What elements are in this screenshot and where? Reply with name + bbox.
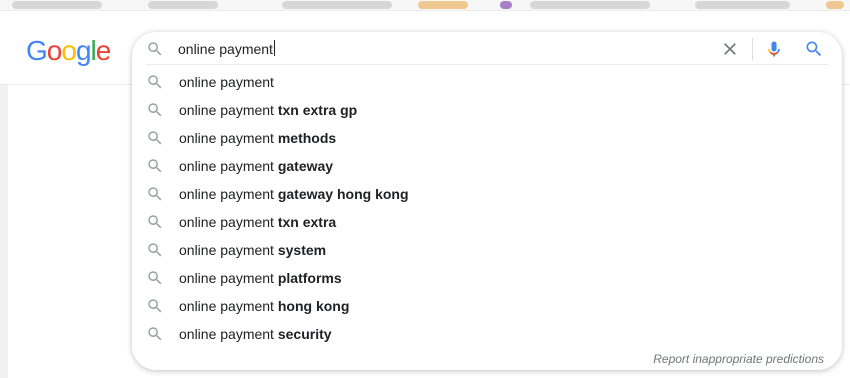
search-row — [132, 32, 842, 64]
suggestion-item[interactable]: online payment platforms — [132, 264, 842, 292]
suggestion-item[interactable]: online payment hong kong — [132, 292, 842, 320]
suggestion-base: online payment — [179, 158, 278, 174]
search-icon — [148, 271, 162, 285]
suggestion-item[interactable]: online payment txn extra — [132, 208, 842, 236]
suggestion-text: online payment security — [179, 326, 332, 342]
suggestion-item[interactable]: online payment gateway — [132, 152, 842, 180]
search-icon — [148, 159, 162, 173]
suggestion-base: online payment — [179, 298, 278, 314]
suggestion-base: online payment — [179, 186, 278, 202]
search-box: online paymentonline payment txn extra g… — [132, 32, 842, 370]
search-icon — [148, 327, 162, 341]
bookmark-item[interactable] — [530, 1, 650, 9]
suggestion-divider — [146, 64, 828, 65]
suggestion-text: online payment methods — [179, 130, 336, 146]
logo-letter: g — [75, 35, 92, 66]
logo-letter: o — [61, 35, 77, 66]
suggestion-completion: platforms — [277, 270, 342, 286]
suggestion-text: online payment gateway hong kong — [179, 186, 409, 202]
suggestion-list: online payment online payment txn extra g… — [132, 68, 842, 348]
suggestion-completion: gateway — [277, 158, 334, 174]
suggestion-base: online payment — [179, 270, 278, 286]
bookmark-item[interactable] — [12, 1, 102, 9]
bookmark-item[interactable] — [282, 1, 392, 9]
search-icon — [148, 131, 162, 145]
suggestion-text: online payment — [179, 74, 274, 90]
suggestion-completion: gateway hong kong — [277, 186, 409, 202]
suggestion-base: online payment — [179, 242, 278, 258]
bookmark-item[interactable] — [695, 1, 790, 9]
suggestion-base: online payment — [179, 102, 278, 118]
search-icon — [148, 42, 162, 56]
search-icon — [148, 75, 162, 89]
google-logo[interactable]: Google — [26, 35, 112, 67]
logo-letter: G — [26, 35, 48, 66]
search-icon — [148, 103, 162, 117]
suggestion-completion: hong kong — [277, 298, 350, 314]
bookmarks-bar — [0, 0, 850, 11]
close-icon[interactable] — [720, 39, 740, 59]
suggestion-text: online payment txn extra — [179, 214, 336, 230]
suggestion-completion: security — [277, 326, 332, 342]
suggestion-completion: methods — [277, 130, 337, 146]
suggestion-text: online payment hong kong — [179, 298, 349, 314]
bookmark-item[interactable] — [418, 1, 468, 9]
bookmark-item[interactable] — [148, 1, 218, 9]
suggestion-base: online payment — [179, 214, 278, 230]
suggestion-text: online payment system — [179, 242, 326, 258]
suggestion-base: online payment — [179, 326, 278, 342]
suggestion-completion: txn extra — [277, 214, 337, 230]
suggestion-text: online payment txn extra gp — [179, 102, 357, 118]
divider — [752, 38, 753, 60]
microphone-icon[interactable] — [764, 38, 784, 60]
suggestion-completion: system — [277, 242, 327, 258]
search-icon — [148, 215, 162, 229]
suggestion-item[interactable]: online payment — [132, 68, 842, 96]
logo-letter: e — [95, 35, 112, 66]
logo-letter: o — [46, 35, 63, 66]
search-icon — [148, 187, 162, 201]
bookmark-item[interactable] — [500, 1, 512, 9]
suggestion-item[interactable]: online payment security — [132, 320, 842, 348]
suggestion-text: online payment platforms — [179, 270, 342, 286]
search-input[interactable] — [178, 38, 698, 60]
search-icon — [148, 299, 162, 313]
left-gutter — [0, 85, 8, 378]
suggestion-item[interactable]: online payment methods — [132, 124, 842, 152]
suggestion-completion: txn extra gp — [277, 102, 358, 118]
suggestion-item[interactable]: online payment gateway hong kong — [132, 180, 842, 208]
suggestion-base: online payment — [179, 130, 278, 146]
text-caret — [273, 40, 275, 56]
suggestion-text: online payment gateway — [179, 158, 333, 174]
search-icon[interactable] — [804, 39, 824, 59]
suggestion-item[interactable]: online payment system — [132, 236, 842, 264]
suggestion-base: online payment — [179, 74, 274, 90]
report-link[interactable]: Report inappropriate predictions — [653, 352, 824, 366]
suggestion-item[interactable]: online payment txn extra gp — [132, 96, 842, 124]
search-icon — [148, 243, 162, 257]
bookmark-item[interactable] — [826, 1, 844, 9]
